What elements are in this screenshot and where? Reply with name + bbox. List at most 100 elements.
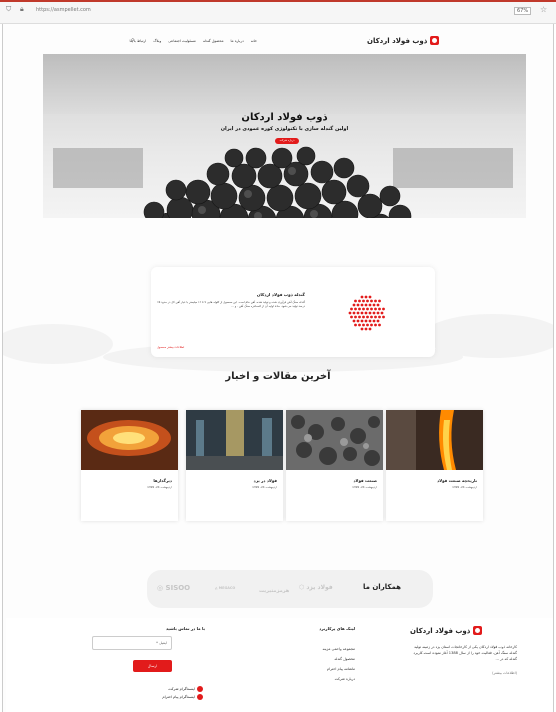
hero-banner: ذوب فولاد اردکان اولین گندله سازی با تکن…	[43, 54, 526, 218]
pellet-dot	[360, 311, 364, 315]
nav-item-csr[interactable]: مسئولیت اجتماعی	[168, 39, 196, 43]
footer-link[interactable]: مجموعه واحمی مزینه	[323, 646, 355, 652]
partner-logo[interactable]: ◭ MEGACO	[215, 586, 235, 590]
pellet-dot	[366, 307, 369, 311]
pellet-dot	[362, 323, 365, 327]
partners-section: همکاران ما ⬡ فولاد یزد هرمزمتیریت ◭ MEGA…	[147, 570, 433, 608]
pellet-dot	[360, 327, 364, 331]
pellet-dot	[366, 315, 369, 319]
pellet-dot	[358, 307, 361, 311]
pellet-dot	[366, 299, 369, 303]
pellet-dot	[374, 299, 377, 303]
main-nav: خانه درباره ما محصول گندله مسئولیت اجتما…	[130, 39, 257, 43]
article-card[interactable]: صنعت فولاد اردیبهشت 24، 1399	[286, 410, 383, 521]
pellet-dot	[364, 319, 368, 323]
nav-item-about[interactable]: درباره ما	[231, 39, 244, 43]
submit-button[interactable]: ارسال	[133, 660, 172, 672]
pellet-dot	[378, 323, 381, 327]
article-title[interactable]: تاریخچه صنعت فولاد	[437, 478, 477, 483]
pellet-dot	[374, 315, 377, 319]
article-title[interactable]: فولاد در یزد	[254, 478, 277, 483]
partner-logo[interactable]: ◎ SISOO	[157, 584, 190, 592]
pellet-dot	[370, 307, 373, 311]
footer-logo-text: ذوب فولاد اردکان	[410, 626, 471, 635]
instagram-company-link[interactable]: اینستاگرام شرکت	[168, 686, 203, 692]
partner-logo[interactable]: ⬡ فولاد یزد	[299, 584, 333, 591]
pellet-dot	[368, 311, 372, 315]
pellet-dot	[376, 311, 380, 315]
pellets-image	[143, 146, 412, 218]
article-image	[81, 410, 178, 470]
nav-item-blog[interactable]: وبلاگ	[153, 39, 161, 43]
pellet-dot	[360, 303, 364, 307]
product-intro-card: گندله ذوب فولاد اردکان گندله سنگ آهن فرآ…	[151, 267, 435, 357]
pellet-dot	[376, 303, 380, 307]
pellet-dot	[354, 323, 357, 327]
lock-icon: 🔒︎	[20, 5, 24, 13]
pellet-dot	[354, 307, 357, 311]
pellet-dot	[368, 303, 372, 307]
pellet-dot	[380, 311, 384, 315]
footer-more-link[interactable]: (اطلاعات بیشتر)	[492, 670, 517, 676]
article-image	[186, 410, 283, 470]
pellet-dot	[352, 303, 356, 307]
article-date: اردیبهشت 24، 1399	[352, 485, 377, 489]
pellet-dot	[370, 323, 373, 327]
pellet-dot	[354, 315, 357, 319]
pellet-dot	[360, 319, 364, 323]
pellet-dot	[372, 303, 376, 307]
pellet-dot	[364, 311, 368, 315]
instagram-ehteram-link[interactable]: اینستاگرام پیام احترام	[162, 694, 203, 700]
pellet-dot	[360, 295, 364, 299]
partner-logo-icon: ⬡	[299, 584, 305, 591]
site-logo[interactable]: ذوب فولاد اردکان	[367, 36, 440, 45]
pellet-dot	[362, 307, 365, 311]
search-icon[interactable]: ⚲	[131, 38, 135, 44]
star-icon[interactable]: ☆	[540, 5, 547, 14]
pellet-dot	[372, 319, 376, 323]
about-company-button[interactable]: درباره شرکت	[275, 138, 299, 144]
page: ذوب فولاد اردکان خانه درباره ما محصول گن…	[2, 24, 554, 712]
email-field[interactable]: ایمیل *	[92, 636, 172, 650]
article-title[interactable]: دیرگدازها	[153, 478, 172, 483]
footer-links-title: لینک های پرکاربرد	[319, 626, 355, 631]
address-bar[interactable]	[0, 2, 556, 24]
pellet-dot	[382, 307, 385, 311]
product-more-link[interactable]: اطلاعات بیشتر محصول	[157, 345, 184, 349]
article-title[interactable]: صنعت فولاد	[353, 478, 377, 483]
zoom-indicator[interactable]: 67%	[514, 7, 532, 15]
nav-item-home[interactable]: خانه	[251, 39, 257, 43]
footer-logo[interactable]: ذوب فولاد اردکان	[410, 626, 483, 635]
pellet-dot	[364, 303, 368, 307]
article-date: اردیبهشت 24، 1399	[147, 485, 172, 489]
footer-about-text: کارخانه ذوب فولاد اردکان یکی از کارخانجا…	[413, 645, 517, 661]
shield-icon[interactable]: ⛉	[6, 5, 11, 14]
pellet-dot	[368, 295, 372, 299]
pellet-dot	[356, 311, 360, 315]
pellet-dot	[358, 323, 361, 327]
pellet-dot	[352, 311, 356, 315]
partner-logo-icon: ◭	[215, 586, 218, 590]
footer-link[interactable]: درباره شرکت	[335, 676, 355, 682]
footer-link[interactable]: ماهنامه پیام احترام	[327, 666, 355, 672]
pellet-dot	[350, 315, 353, 319]
instagram-icon	[197, 694, 203, 700]
article-image	[386, 410, 483, 470]
partner-logo[interactable]: هرمزمتیریت	[259, 588, 289, 594]
footer-link[interactable]: محصول گندله	[334, 656, 355, 662]
nav-item-product[interactable]: محصول گندله	[203, 39, 224, 43]
url-text[interactable]: https://asmpellet.com	[36, 7, 91, 13]
pellet-dot	[358, 299, 361, 303]
pellet-dots-graphic	[348, 295, 385, 331]
pellet-dot	[368, 319, 372, 323]
hero-sky	[43, 54, 526, 114]
hero-subtitle: اولین گندله سازی با تکنولوژی کوره عمودی …	[220, 126, 349, 132]
pellet-dot	[354, 299, 357, 303]
article-card[interactable]: دیرگدازها اردیبهشت 24، 1399	[81, 410, 178, 521]
article-card[interactable]: تاریخچه صنعت فولاد اردیبهشت 24، 1399	[386, 410, 483, 521]
article-card[interactable]: فولاد در یزد اردیبهشت 24، 1399	[186, 410, 283, 521]
pellet-dot	[358, 315, 361, 319]
article-date: اردیبهشت 24، 1399	[452, 485, 477, 489]
pellet-dot	[368, 327, 372, 331]
pellet-dot	[376, 319, 380, 323]
